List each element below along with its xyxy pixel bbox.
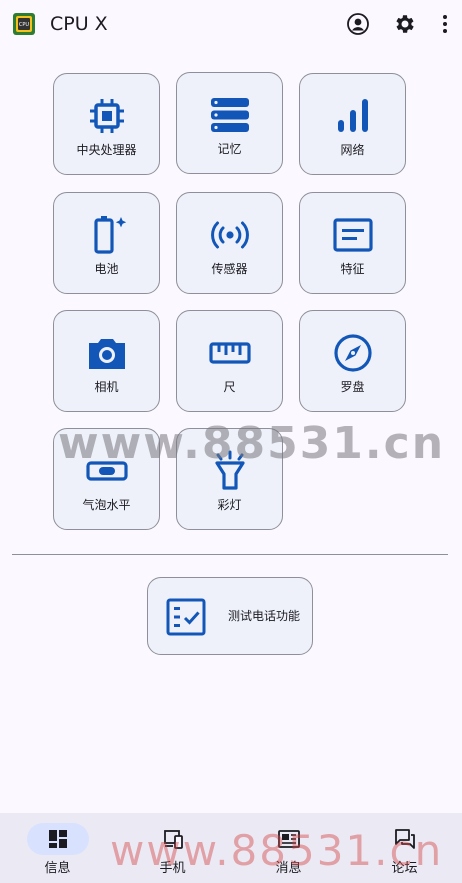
battery-icon: [93, 216, 126, 254]
bottom-navigation: 信息 手机 消息 论坛: [0, 813, 462, 883]
camera-icon: [88, 339, 125, 369]
tile-battery[interactable]: 电池: [53, 192, 160, 294]
section-divider: [12, 554, 448, 555]
tile-label: 彩灯: [217, 498, 242, 512]
devices-icon: [163, 830, 183, 849]
test-phone-button[interactable]: 测试电话功能: [147, 577, 313, 655]
nav-label: 手机: [159, 861, 186, 876]
bubble-level-icon: [85, 461, 128, 481]
tile-label: 网络: [340, 143, 365, 157]
sensor-broadcast-icon: [210, 221, 249, 249]
checklist-icon: [166, 598, 206, 636]
tile-label: 相机: [94, 380, 119, 394]
tile-compass[interactable]: 罗盘: [299, 310, 406, 412]
cpu-logo-icon: CPU: [13, 13, 35, 35]
tile-label: 尺: [223, 380, 236, 394]
tile-camera[interactable]: 相机: [53, 310, 160, 412]
svg-text:CPU: CPU: [19, 22, 30, 28]
ruler-icon: [208, 342, 251, 364]
more-options-button[interactable]: [431, 10, 459, 38]
tile-label: 气泡水平: [82, 498, 131, 512]
nav-active-indicator: [26, 823, 89, 855]
nav-label: 论坛: [391, 861, 418, 876]
tile-label: 中央处理器: [76, 143, 137, 157]
flashlight-icon: [214, 450, 245, 490]
more-vert-icon: [443, 15, 447, 33]
tile-cpu[interactable]: 中央处理器: [53, 73, 160, 175]
compass-icon: [333, 334, 372, 372]
tile-ruler[interactable]: 尺: [176, 310, 283, 412]
news-icon: [277, 830, 300, 848]
tile-label: 电池: [94, 262, 119, 276]
nav-label: 信息: [44, 861, 71, 876]
signal-bars-icon: [337, 99, 368, 132]
tile-sensors[interactable]: 传感器: [176, 192, 283, 294]
settings-button[interactable]: [391, 10, 419, 38]
app-title: CPU X: [50, 13, 108, 35]
app-bar: CPU CPU X: [0, 0, 462, 48]
nav-forum[interactable]: 论坛: [347, 813, 462, 883]
tile-memory[interactable]: 记忆: [176, 72, 283, 174]
tile-label: 特征: [340, 262, 365, 276]
test-phone-label: 测试电话功能: [228, 609, 301, 623]
nav-label: 消息: [275, 861, 302, 876]
gear-icon: [396, 15, 414, 33]
forum-icon: [394, 829, 415, 849]
tile-label: 罗盘: [340, 380, 365, 394]
tile-label: 记忆: [217, 142, 242, 156]
tile-network[interactable]: 网络: [299, 73, 406, 175]
nav-info[interactable]: 信息: [0, 813, 115, 883]
nav-phone[interactable]: 手机: [115, 813, 230, 883]
feature-card-icon: [332, 218, 373, 252]
dashboard-icon: [48, 830, 67, 848]
tile-features[interactable]: 特征: [299, 192, 406, 294]
tile-label: 传感器: [211, 262, 248, 276]
account-icon: [347, 13, 369, 35]
tile-bubble-level[interactable]: 气泡水平: [53, 428, 160, 530]
memory-storage-icon: [210, 98, 249, 132]
tile-flashlight[interactable]: 彩灯: [176, 428, 283, 530]
nav-news[interactable]: 消息: [231, 813, 346, 883]
cpu-chip-icon: [89, 99, 124, 133]
account-button[interactable]: [344, 10, 372, 38]
